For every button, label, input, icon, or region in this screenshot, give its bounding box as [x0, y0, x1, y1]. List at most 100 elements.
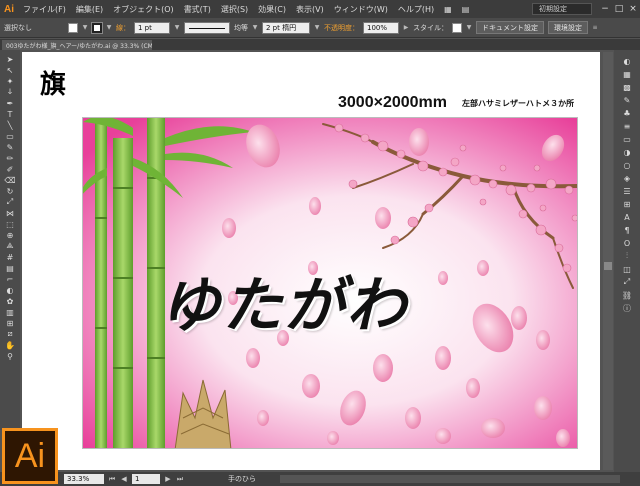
preferences-button[interactable]: 環境設定 [548, 21, 588, 34]
scrollbar-thumb[interactable] [604, 262, 612, 270]
bridge-icon[interactable]: ▦ [439, 5, 457, 14]
width-tool-icon[interactable]: ⋈ [3, 208, 17, 218]
zoom-level-field[interactable]: 33.3% [64, 474, 104, 484]
paintbrush-tool-icon[interactable]: ✎ [3, 142, 17, 152]
page-number-field[interactable]: 1 [132, 474, 160, 484]
chevron-down-icon[interactable]: ▶ [403, 24, 409, 31]
prev-page-icon[interactable]: ◀ [120, 475, 128, 483]
brushes-panel-icon[interactable]: ✎ [620, 95, 634, 105]
info-panel-icon[interactable]: ⓘ [620, 303, 634, 313]
eyedropper-tool-icon[interactable]: ⌐ [3, 274, 17, 284]
last-page-icon[interactable]: ⏭ [176, 475, 184, 484]
menu-help[interactable]: ヘルプ(H) [393, 4, 439, 15]
arrange-icon[interactable]: ▤ [457, 5, 475, 14]
transform-panel-icon[interactable]: ⤢ [620, 277, 634, 287]
minimize-button[interactable]: − [598, 4, 612, 14]
artboard-title: 旗 [40, 70, 67, 100]
free-transform-tool-icon[interactable]: ⬚ [3, 219, 17, 229]
graphic-style-swatch[interactable] [452, 22, 462, 33]
chevron-down-icon[interactable]: ▼ [314, 24, 320, 31]
slice-tool-icon[interactable]: ⧄ [3, 329, 17, 339]
blob-brush-tool-icon[interactable]: ✐ [3, 164, 17, 174]
close-button[interactable]: × [626, 4, 640, 14]
column-graph-tool-icon[interactable]: ▥ [3, 307, 17, 317]
gradient-tool-icon[interactable]: ▤ [3, 263, 17, 273]
scale-tool-icon[interactable]: ⤢ [3, 197, 17, 207]
artboard-note-label: 左部ハサミレザーハトメ３か所 [462, 99, 575, 108]
links-panel-icon[interactable]: ⛓ [620, 290, 634, 300]
menu-object[interactable]: オブジェクト(O) [108, 4, 179, 15]
eraser-tool-icon[interactable]: ⌫ [3, 175, 17, 185]
magic-wand-tool-icon[interactable]: ✦ [3, 76, 17, 86]
paragraph-panel-icon[interactable]: ¶ [620, 225, 634, 235]
zoom-tool-icon[interactable]: ⚲ [3, 351, 17, 361]
transparency-panel-icon[interactable]: ◑ [620, 147, 634, 157]
stroke-swatch[interactable] [91, 21, 103, 34]
layers-panel-icon[interactable]: ☰ [620, 186, 634, 196]
menu-effect[interactable]: 効果(C) [253, 4, 291, 15]
rotate-tool-icon[interactable]: ↻ [3, 186, 17, 196]
character-panel-icon[interactable]: A [620, 212, 634, 222]
opacity-label[interactable]: 不透明度： [324, 23, 359, 33]
pathfinder-panel-icon[interactable]: ◫ [620, 264, 634, 274]
menu-view[interactable]: 表示(V) [291, 4, 329, 15]
document-setup-button[interactable]: ドキュメント設定 [476, 21, 544, 34]
perspective-grid-tool-icon[interactable]: ⟁ [3, 241, 17, 251]
vertical-scrollbar[interactable] [603, 52, 613, 470]
chevron-down-icon[interactable]: ▼ [82, 24, 88, 31]
lasso-tool-icon[interactable]: ↆ [3, 87, 17, 97]
horizontal-scrollbar[interactable] [280, 475, 620, 483]
menu-edit[interactable]: 編集(E) [71, 4, 108, 15]
chevron-down-icon[interactable]: ▼ [466, 24, 472, 31]
document-tab[interactable]: 003ゆたがわ様_旗_ヘアー/ゆたがわ.ai @ 33.3% (CMYK/プレビ… [2, 40, 152, 50]
artboards-panel-icon[interactable]: ⊞ [620, 199, 634, 209]
fill-swatch[interactable] [68, 22, 78, 33]
align-panel-icon[interactable]: ⫶ [620, 251, 634, 261]
maximize-button[interactable]: □ [612, 4, 626, 14]
stroke-profile-preview[interactable] [184, 21, 230, 34]
graphic-styles-panel-icon[interactable]: ◈ [620, 173, 634, 183]
brush-definition-field[interactable]: 2 pt 楕円 [262, 21, 310, 34]
artboard-canvas[interactable]: 旗 3000×2000mm 左部ハサミレザーハトメ３か所 ゆたがわ [22, 52, 600, 470]
stroke-weight-field[interactable]: 1 pt [134, 21, 170, 34]
direct-selection-tool-icon[interactable]: ↖ [3, 65, 17, 75]
rectangle-tool-icon[interactable]: ▭ [3, 131, 17, 141]
align-icon[interactable]: ≡ [592, 24, 598, 31]
color-guide-icon[interactable]: ▦ [620, 69, 634, 79]
artboard-tool-icon[interactable]: ⊞ [3, 318, 17, 328]
document-tab-bar: 003ゆたがわ様_旗_ヘアー/ゆたがわ.ai @ 33.3% (CMYK/プレビ… [0, 39, 640, 50]
next-page-icon[interactable]: ▶ [164, 475, 172, 483]
stroke-panel-icon[interactable]: ≡ [620, 121, 634, 131]
symbol-sprayer-tool-icon[interactable]: ✿ [3, 296, 17, 306]
symbols-panel-icon[interactable]: ♣ [620, 108, 634, 118]
style-label: スタイル： [413, 23, 448, 32]
stroke-label[interactable]: 線： [116, 23, 130, 33]
illustrator-logo-badge: Ai [2, 428, 58, 484]
menu-type[interactable]: 書式(T) [179, 4, 216, 15]
color-panel-icon[interactable]: ◐ [620, 56, 634, 66]
menu-file[interactable]: ファイル(F) [18, 4, 71, 15]
menu-select[interactable]: 選択(S) [216, 4, 253, 15]
appearance-panel-icon[interactable]: ○ [620, 160, 634, 170]
selection-status: 選択なし [4, 23, 32, 32]
pen-tool-icon[interactable]: ✒ [3, 98, 17, 108]
selection-tool-icon[interactable]: ➤ [3, 54, 17, 64]
type-tool-icon[interactable]: T [3, 109, 17, 119]
line-tool-icon[interactable]: ╲ [3, 120, 17, 130]
mesh-tool-icon[interactable]: # [3, 252, 17, 262]
pencil-tool-icon[interactable]: ✏ [3, 153, 17, 163]
stroke-profile-label: 均等 [234, 23, 248, 32]
chevron-down-icon[interactable]: ▼ [174, 24, 180, 31]
blend-tool-icon[interactable]: ◐ [3, 285, 17, 295]
menu-window[interactable]: ウィンドウ(W) [329, 4, 393, 15]
hand-tool-icon[interactable]: ✋ [3, 340, 17, 350]
gradient-panel-icon[interactable]: ▭ [620, 134, 634, 144]
swatches-panel-icon[interactable]: ▩ [620, 82, 634, 92]
first-page-icon[interactable]: ⏮ [108, 475, 116, 484]
workspace-switcher[interactable]: 初期設定 [532, 3, 592, 15]
opentype-panel-icon[interactable]: O [620, 238, 634, 248]
opacity-field[interactable]: 100% [363, 21, 399, 34]
chevron-down-icon[interactable]: ▼ [106, 24, 112, 31]
shape-builder-tool-icon[interactable]: ⊕ [3, 230, 17, 240]
chevron-down-icon[interactable]: ▼ [252, 24, 258, 31]
